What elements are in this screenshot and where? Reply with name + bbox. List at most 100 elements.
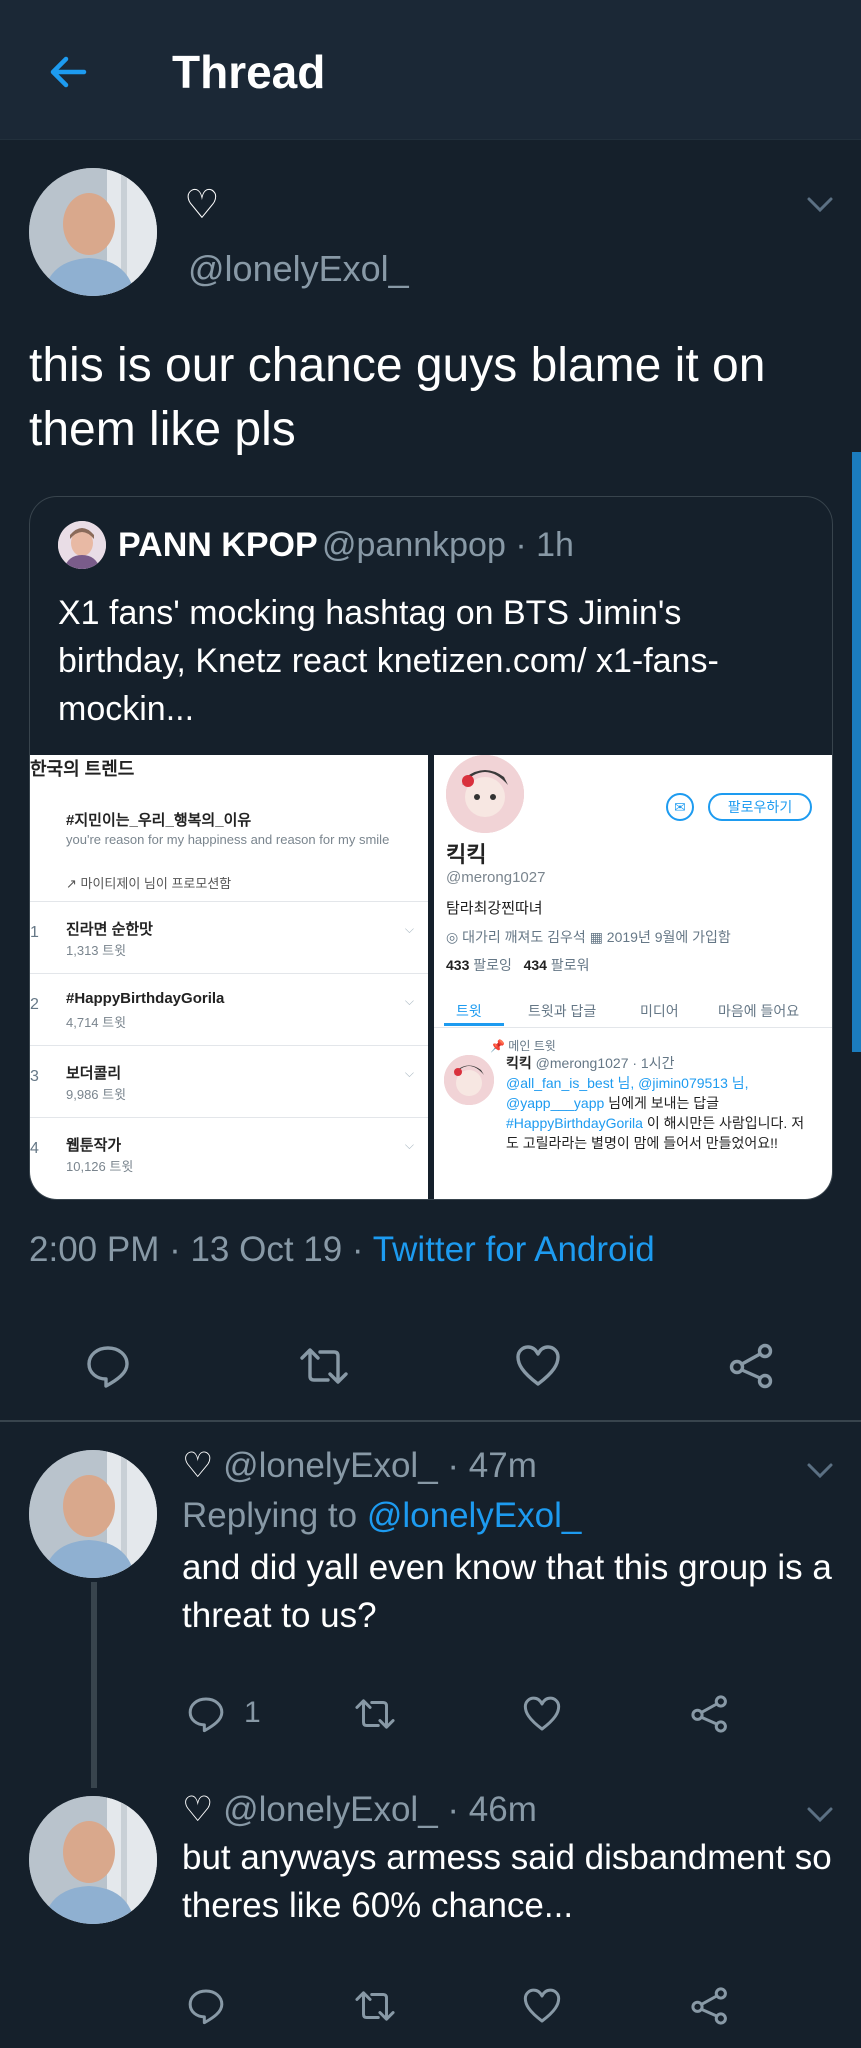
source-link[interactable]: Twitter for Android [373, 1230, 655, 1269]
profile-screenshot[interactable]: ✉ 팔로우하기 킥킥 @merong1027 탐라최강찐따녀 ◎ 대가리 깨져도… [434, 755, 832, 1199]
trend-row: 4 웹툰작가 10,126 트윗 ⌵ [30, 1117, 428, 1184]
like-button[interactable] [522, 1984, 562, 2028]
trend-name: #HappyBirthdayGorila [66, 990, 225, 1007]
share-button[interactable] [690, 1692, 730, 1736]
followers-label: 팔로워 [550, 957, 590, 973]
followers-count: 434 [523, 957, 547, 973]
trend-count: 9,986 트윗 [66, 1087, 127, 1102]
reply-icon [188, 1697, 224, 1733]
divider [0, 1420, 861, 1422]
quote-avatar [58, 521, 106, 569]
retweet-button[interactable] [296, 1338, 352, 1394]
chevron-down-icon: ⌵ [404, 1138, 414, 1152]
trend-count: 4,714 트윗 [66, 1015, 127, 1030]
replying-handle[interactable]: @lonelyExol_ [367, 1496, 582, 1535]
heart-icon [523, 1988, 561, 2023]
heart-name-icon: ♡ [184, 183, 220, 227]
reply-actions [0, 1984, 861, 2044]
timestamp-text: 2:00 PM · 13 Oct 19 · [29, 1230, 373, 1269]
reply-handle-time[interactable]: @lonelyExol_ · 46m [223, 1790, 537, 1829]
reply-text: and did yall even know that this group i… [182, 1548, 832, 1635]
reply-count: 1 [244, 1696, 261, 1729]
avatar[interactable] [29, 168, 157, 296]
retweet-icon [300, 1348, 348, 1384]
share-button[interactable] [728, 1338, 776, 1394]
chevron-down-icon[interactable] [806, 1806, 834, 1824]
quote-text: X1 fans' mocking hashtag on BTS Jimin's … [58, 594, 719, 728]
active-tab-indicator [444, 1023, 504, 1026]
heart-name-icon: ♡ [182, 1446, 214, 1485]
promoted-by-label: 마이티제이 님이 프로모션함 [80, 876, 232, 891]
like-button[interactable] [522, 1692, 562, 1736]
reply-button[interactable] [84, 1338, 132, 1394]
reply-header: ♡ @lonelyExol_ · 46m [182, 1788, 537, 1832]
back-arrow-icon[interactable] [44, 48, 92, 96]
trend-row: 2 #HappyBirthdayGorila 4,714 트윗 ⌵ [30, 973, 428, 1040]
trends-screenshot[interactable]: 한국의 트렌드 #지민이는_우리_행복의_이유 you're reason fo… [30, 755, 428, 1199]
avatar[interactable] [29, 1796, 157, 1924]
following-label: 팔로잉 [473, 957, 512, 973]
pinned-hashtag: #HappyBirthdayGorila [506, 1115, 643, 1131]
reply-button[interactable] [186, 1984, 226, 2028]
profile-tab: 미디어 [640, 1003, 679, 1019]
trend-rank: 2 [30, 996, 39, 1013]
thread-connector [91, 1582, 97, 1788]
promoted-trend: #지민이는_우리_행복의_이유 [66, 812, 252, 829]
top-app-bar: Thread [0, 0, 861, 140]
tweet-timestamp: 2:00 PM · 13 Oct 19 · Twitter for Androi… [29, 1228, 655, 1272]
trend-row: 1 진라면 순한맛 1,313 트윗 ⌵ [30, 901, 428, 968]
share-button[interactable] [690, 1984, 730, 2028]
profile-bio: 탐라최강찐따녀 [446, 900, 543, 917]
avatar-photo [29, 1796, 157, 1924]
page-title: Thread [172, 46, 326, 98]
trend-name: 보더콜리 [66, 1065, 122, 1082]
profile-tab: 트윗과 답글 [528, 1003, 597, 1019]
trend-count: 1,313 트윗 [66, 943, 127, 958]
heart-icon [523, 1696, 561, 1731]
pinned-header: 킥킥 @merong1027 · 1시간 [506, 1053, 674, 1073]
avatar[interactable] [29, 1450, 157, 1578]
profile-name: 킥킥 [446, 842, 487, 867]
profile-tab: 트윗 [456, 1003, 482, 1019]
tweet-actions [0, 1338, 861, 1398]
quoted-tweet[interactable]: PANN KPOP @pannkpop · 1h X1 fans' mockin… [29, 496, 833, 1200]
reply-actions: 1 [0, 1692, 861, 1752]
trend-rank: 3 [30, 1068, 39, 1085]
chevron-down-icon: ⌵ [404, 922, 414, 936]
reply-handle-time[interactable]: @lonelyExol_ · 47m [223, 1446, 537, 1485]
trend-count: 10,126 트윗 [66, 1159, 134, 1174]
trends-header: 한국의 트렌드 [30, 759, 135, 779]
retweet-button[interactable] [352, 1692, 398, 1736]
reply-text: but anyways armess said disbandment so t… [182, 1838, 832, 1925]
chevron-down-icon[interactable] [806, 1462, 834, 1480]
trend-rank: 1 [30, 924, 39, 941]
share-icon [691, 1987, 727, 2025]
reply-header: ♡ @lonelyExol_ · 47m [182, 1444, 537, 1488]
retweet-button[interactable] [352, 1984, 398, 2028]
trend-name: 진라면 순한맛 [66, 921, 153, 938]
tweet-text: this is our chance guys blame it on them… [29, 339, 766, 456]
chevron-down-icon: ⌵ [404, 1066, 414, 1080]
chevron-down-icon[interactable] [806, 196, 834, 214]
pinned-meta: @merong1027 · 1시간 [535, 1055, 675, 1071]
share-icon [729, 1343, 773, 1389]
profile-tab: 마음에 들어요 [718, 1003, 800, 1019]
heart-name-icon: ♡ [182, 1790, 214, 1829]
user-handle[interactable]: @lonelyExol_ [188, 248, 409, 290]
pinned-label: 📌 메인 트윗 [490, 1039, 556, 1053]
share-icon [691, 1695, 727, 1733]
profile-meta: ◎ 대가리 깨져도 김우석 ▦ 2019년 9월에 가입함 [446, 929, 731, 945]
scrollbar[interactable] [852, 452, 861, 1052]
following-count: 433 [446, 957, 470, 973]
promoted-description: you're reason for my happiness and reaso… [66, 832, 390, 847]
quote-handle-time: @pannkpop · 1h [322, 526, 574, 564]
trend-rank: 4 [30, 1140, 39, 1157]
reply-button[interactable] [186, 1692, 226, 1736]
pinned-body: @all_fan_is_best 님, @jimin079513 님, @yap… [506, 1073, 816, 1153]
profile-handle: @merong1027 [446, 869, 546, 886]
reply-icon [188, 1989, 224, 2025]
like-button[interactable] [514, 1338, 562, 1394]
reply-icon [87, 1346, 129, 1388]
profile-tabs: 트윗 트윗과 답글 미디어 마음에 들어요 [434, 993, 832, 1028]
avatar-photo [29, 1450, 157, 1578]
